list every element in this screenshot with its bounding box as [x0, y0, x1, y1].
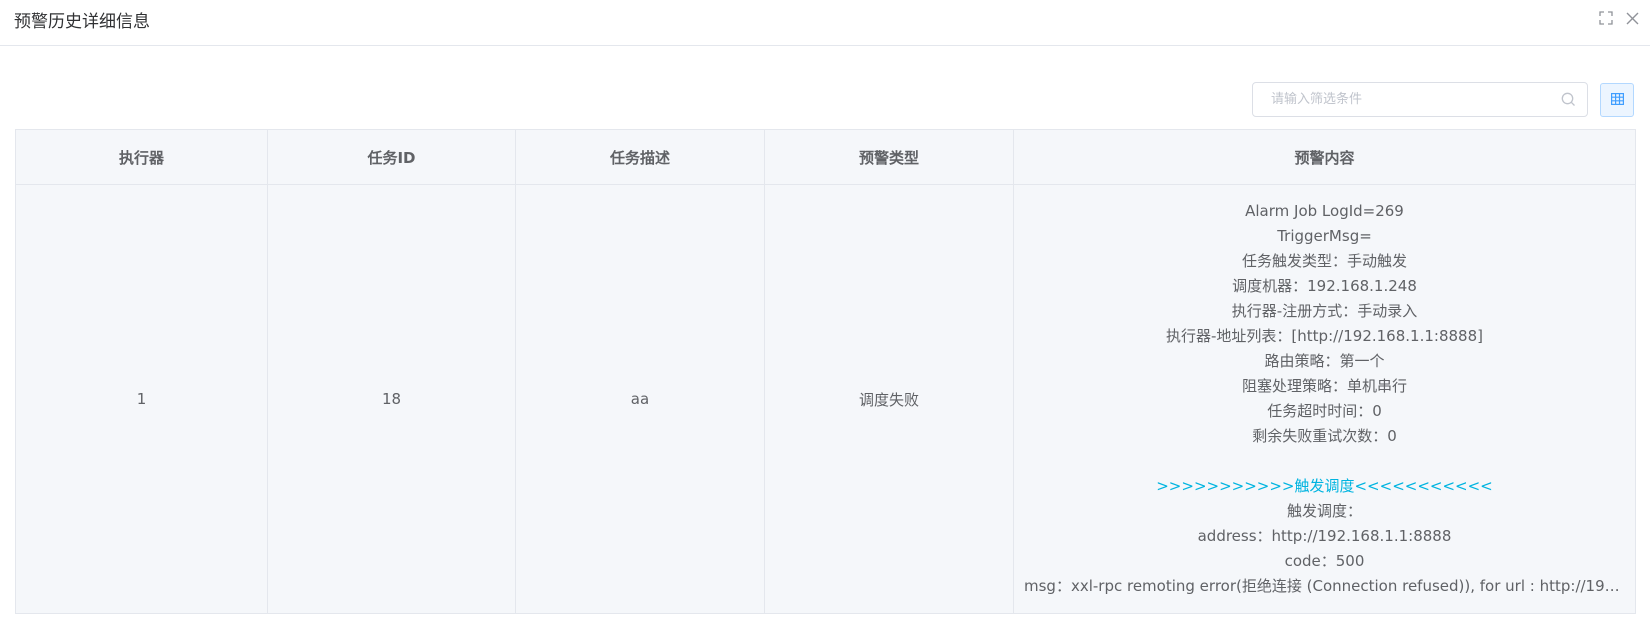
content-line: 任务超时时间：0: [1267, 402, 1382, 420]
cell-alarm-content: Alarm Job LogId=269 TriggerMsg= 任务触发类型：手…: [1013, 184, 1636, 614]
cell-task-id: 18: [267, 184, 516, 614]
alarm-content-lines: Alarm Job LogId=269 TriggerMsg= 任务触发类型：手…: [1024, 199, 1625, 599]
cell-executor: 1: [15, 184, 268, 614]
column-header-alarm-content[interactable]: 预警内容: [1013, 129, 1636, 185]
column-header-task-id[interactable]: 任务ID: [267, 129, 516, 185]
column-header-alarm-type[interactable]: 预警类型: [764, 129, 1014, 185]
cell-task-desc: aa: [515, 184, 765, 614]
fullscreen-icon[interactable]: [1598, 10, 1614, 26]
content-line-msg: msg：xxl-rpc remoting error(拒绝连接 (Connect…: [1024, 577, 1625, 595]
alarm-table: 执行器 任务ID 任务描述 预警类型 预警内容 1 18 aa 调度失败 Ala…: [15, 129, 1636, 614]
table-row[interactable]: 1 18 aa 调度失败 Alarm Job LogId=269 Trigger…: [15, 184, 1636, 614]
search-icon[interactable]: [1561, 92, 1577, 108]
column-header-executor[interactable]: 执行器: [15, 129, 268, 185]
dialog-title: 预警历史详细信息: [14, 12, 150, 32]
content-line: 剩余失败重试次数：0: [1252, 427, 1397, 445]
column-header-task-desc[interactable]: 任务描述: [515, 129, 765, 185]
content-line: TriggerMsg=: [1277, 227, 1372, 245]
table-columns-icon: [1610, 90, 1624, 109]
table-header-row: 执行器 任务ID 任务描述 预警类型 预警内容: [15, 129, 1636, 185]
content-line: 任务触发类型：手动触发: [1241, 252, 1407, 270]
close-icon[interactable]: [1624, 10, 1640, 26]
header-actions: [1598, 10, 1640, 26]
content-line: 触发调度：: [1286, 502, 1362, 520]
dialog-header: 预警历史详细信息: [0, 0, 1650, 46]
content-line-blank: [1024, 449, 1625, 474]
content-line: 阻塞处理策略：单机串行: [1241, 377, 1407, 395]
content-line: 执行器-注册方式：手动录入: [1231, 302, 1418, 320]
content-line: 调度机器：192.168.1.248: [1232, 277, 1417, 295]
content-line: 执行器-地址列表：[http://192.168.1.1:8888]: [1166, 327, 1483, 345]
filter-search-input[interactable]: [1253, 83, 1553, 116]
alarm-history-detail-dialog: 预警历史详细信息 请输入筛选条件 执行器 任务ID 任务描述 预警类型 预警内容…: [0, 0, 1650, 623]
cell-alarm-type: 调度失败: [764, 184, 1014, 614]
table-toolbar: [1252, 82, 1634, 117]
content-line: code：500: [1284, 552, 1365, 570]
column-settings-button[interactable]: [1600, 82, 1634, 117]
content-line-trigger-heading: >>>>>>>>>>>触发调度<<<<<<<<<<<: [1156, 477, 1493, 495]
content-line: address：http://192.168.1.1:8888: [1197, 527, 1452, 545]
content-line: Alarm Job LogId=269: [1245, 202, 1404, 220]
search-box: [1252, 82, 1588, 117]
content-line: 路由策略：第一个: [1264, 352, 1385, 370]
